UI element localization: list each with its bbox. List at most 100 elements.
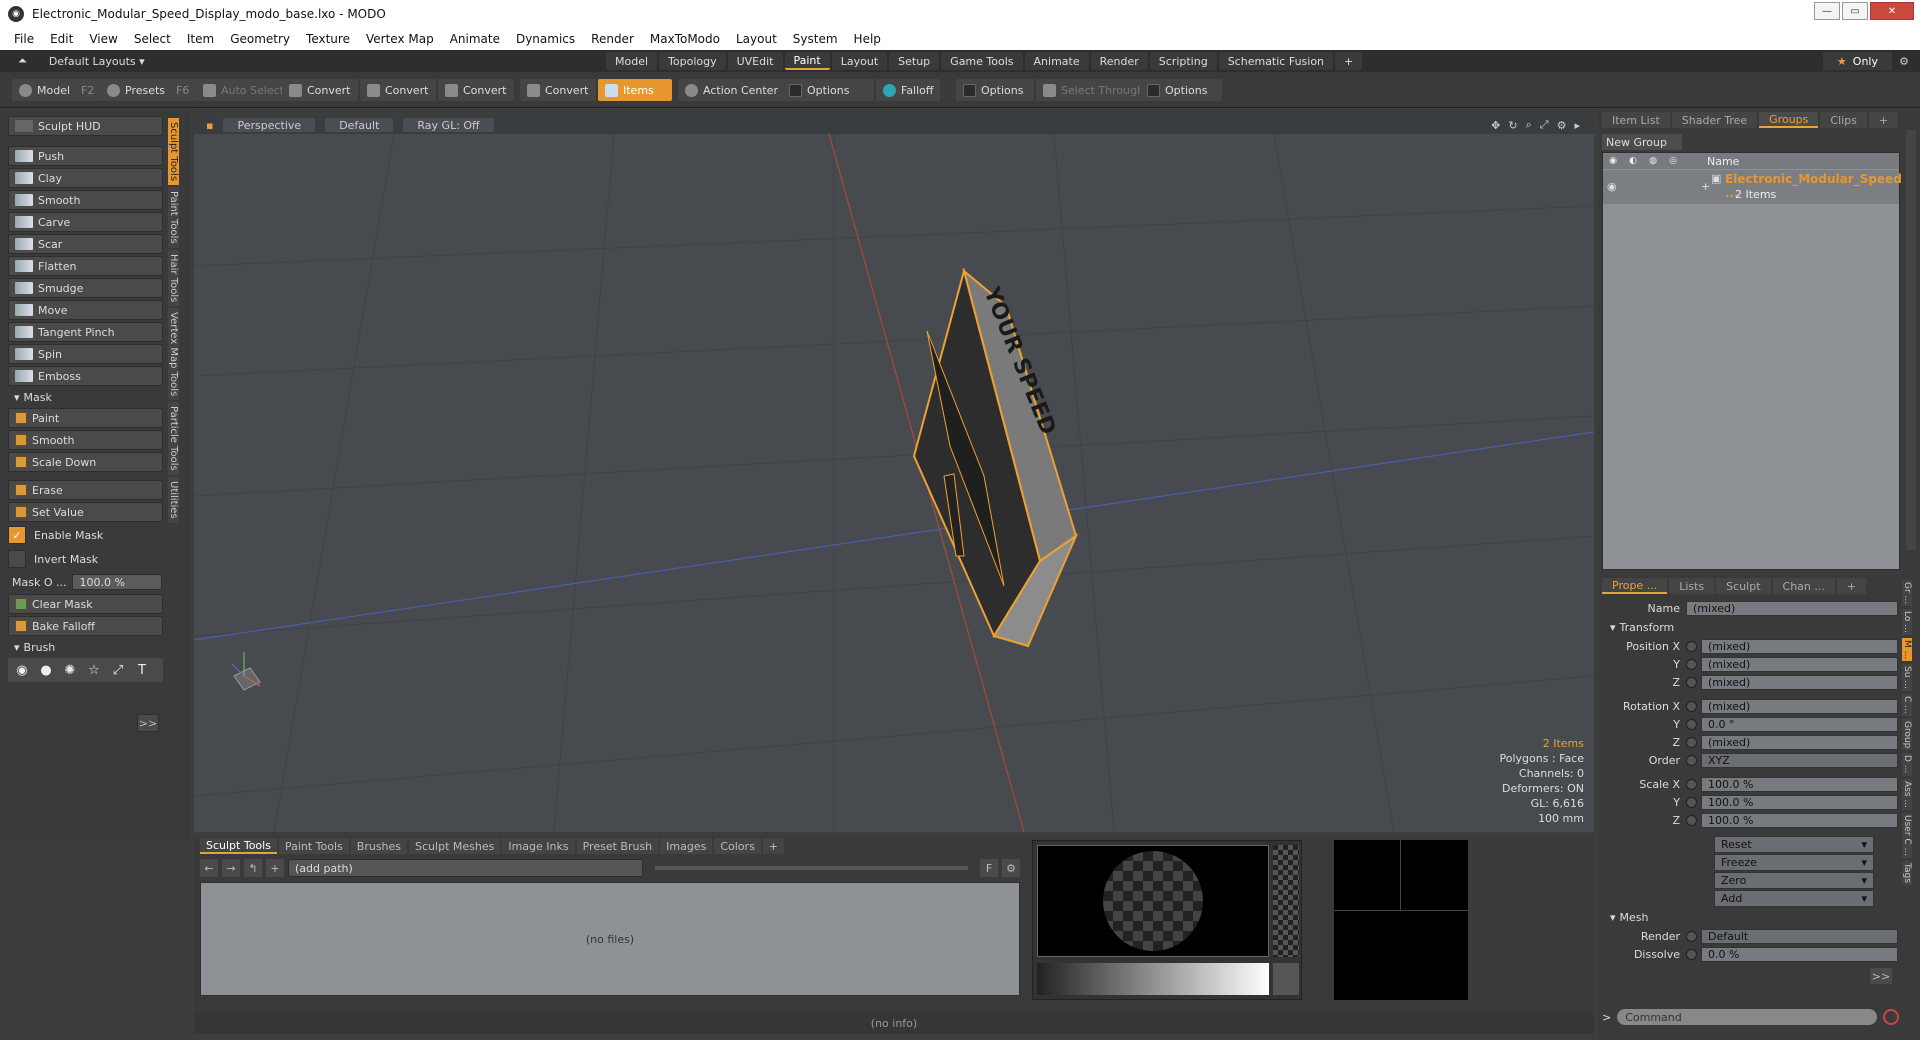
- settings-gear-icon[interactable]: ⚙: [1002, 859, 1020, 877]
- filter-button[interactable]: F: [980, 859, 998, 877]
- tab-image-inks[interactable]: Image Inks: [502, 838, 575, 854]
- tool-emboss[interactable]: Emboss: [8, 366, 163, 386]
- thumbnail-size-slider[interactable]: [655, 866, 968, 870]
- uv-preview[interactable]: [1334, 840, 1468, 1000]
- vtab-sculpt-tools[interactable]: Sculpt Tools: [168, 118, 179, 186]
- expand-icon[interactable]: +: [1701, 180, 1710, 193]
- add-dropdown[interactable]: Add ▾: [1714, 890, 1874, 907]
- scale-y-field[interactable]: 100.0 %: [1701, 795, 1898, 810]
- tab-paint-tools[interactable]: Paint Tools: [278, 838, 349, 854]
- forward-arrow-icon[interactable]: →: [222, 859, 240, 877]
- order-dropdown[interactable]: XYZ: [1701, 753, 1898, 768]
- record-icon[interactable]: [1883, 1009, 1900, 1025]
- mask-smooth-button[interactable]: Smooth: [8, 430, 163, 450]
- auto-select-button[interactable]: Auto Select: [196, 79, 291, 101]
- render-dropdown[interactable]: Default: [1701, 929, 1898, 944]
- menu-file[interactable]: File: [14, 32, 34, 46]
- mask-opacity-field[interactable]: 100.0 %: [72, 574, 163, 590]
- rotation-z-field[interactable]: (mixed): [1701, 735, 1898, 750]
- mesh-section[interactable]: ▾ Mesh: [1602, 909, 1898, 926]
- maximize-icon[interactable]: ⤢: [1540, 118, 1549, 132]
- falloff-button[interactable]: Falloff: [876, 79, 941, 101]
- reset-dropdown[interactable]: Reset ▾: [1714, 836, 1874, 853]
- back-arrow-icon[interactable]: ←: [200, 859, 218, 877]
- tool-flatten[interactable]: Flatten: [8, 256, 163, 276]
- tab-model[interactable]: Model: [606, 52, 658, 70]
- more-tools-button[interactable]: >>: [137, 714, 159, 732]
- scale-x-field[interactable]: 100.0 %: [1701, 777, 1898, 792]
- tab-brushes[interactable]: Brushes: [350, 838, 408, 854]
- add-tab-button[interactable]: +: [1335, 52, 1363, 70]
- menu-item[interactable]: Item: [187, 32, 214, 46]
- viewport-arrow-icon[interactable]: ▸: [1574, 119, 1580, 132]
- vtab-paint-tools[interactable]: Paint Tools: [168, 187, 179, 248]
- tool-smooth[interactable]: Smooth: [8, 190, 163, 210]
- new-group-button[interactable]: New Group: [1602, 134, 1682, 150]
- tab-schematic-fusion[interactable]: Schematic Fusion: [1218, 52, 1334, 70]
- tab-sculpt-meshes[interactable]: Sculpt Meshes: [409, 838, 501, 854]
- tab-render[interactable]: Render: [1090, 52, 1148, 70]
- vtab-ass[interactable]: Ass ...: [1902, 778, 1912, 810]
- keyframe-dot-icon[interactable]: [1686, 815, 1697, 826]
- render-icon[interactable]: ◐: [1623, 156, 1643, 166]
- tool-move[interactable]: Move: [8, 300, 163, 320]
- tab-sculpt[interactable]: Sculpt: [1716, 578, 1771, 594]
- menu-select[interactable]: Select: [134, 32, 171, 46]
- layouts-dropdown[interactable]: Default Layouts ▾: [49, 55, 145, 68]
- freeze-dropdown[interactable]: Freeze ▾: [1714, 854, 1874, 871]
- tool-smudge[interactable]: Smudge: [8, 278, 163, 298]
- dissolve-field[interactable]: 0.0 %: [1701, 947, 1898, 962]
- menu-dynamics[interactable]: Dynamics: [516, 32, 575, 46]
- convert-vertices-button[interactable]: Convert: [282, 79, 358, 101]
- vtab-su[interactable]: Su ...: [1902, 664, 1912, 692]
- bake-falloff-button[interactable]: Bake Falloff: [8, 616, 163, 636]
- select-options-button[interactable]: Options: [1140, 79, 1222, 101]
- keyframe-dot-icon[interactable]: [1686, 779, 1697, 790]
- tab-properties[interactable]: Prope ...: [1602, 578, 1668, 594]
- shading-button[interactable]: Default: [325, 118, 394, 132]
- speed-display-model[interactable]: YOUR SPEED: [912, 267, 1079, 648]
- more-properties-button[interactable]: >>: [1870, 968, 1892, 984]
- tab-animate[interactable]: Animate: [1024, 52, 1089, 70]
- menu-texture[interactable]: Texture: [306, 32, 350, 46]
- erase-button[interactable]: Erase: [8, 480, 163, 500]
- viewport-menu-icon[interactable]: ▪: [206, 119, 213, 132]
- only-button[interactable]: ★ Only: [1822, 52, 1892, 70]
- keyframe-dot-icon[interactable]: [1686, 659, 1697, 670]
- vtab-lo[interactable]: Lo ...: [1902, 609, 1912, 635]
- vtab-tags[interactable]: Tags: [1902, 860, 1912, 885]
- menu-edit[interactable]: Edit: [50, 32, 73, 46]
- menu-help[interactable]: Help: [854, 32, 881, 46]
- text-brush-icon[interactable]: T: [132, 660, 152, 680]
- tab-channels[interactable]: Chan ...: [1772, 578, 1835, 594]
- view-type-button[interactable]: Perspective: [223, 118, 316, 132]
- add-tab-button[interactable]: +: [1836, 578, 1867, 594]
- group-row[interactable]: ◉ + ▣ Electronic_Modular_Speed ... 2 Ite…: [1603, 170, 1902, 204]
- model-button[interactable]: Model F2: [12, 79, 102, 101]
- tab-setup[interactable]: Setup: [889, 52, 940, 70]
- tool-tangent-pinch[interactable]: Tangent Pinch: [8, 322, 163, 342]
- name-field[interactable]: (mixed): [1686, 601, 1898, 616]
- tool-spin[interactable]: Spin: [8, 344, 163, 364]
- items-button[interactable]: Items: [598, 79, 672, 101]
- tab-colors[interactable]: Colors: [714, 838, 761, 854]
- mask-paint-button[interactable]: Paint: [8, 408, 163, 428]
- keyframe-dot-icon[interactable]: [1686, 701, 1697, 712]
- zoom-icon[interactable]: ⌕: [1526, 118, 1532, 132]
- vtab-particle-tools[interactable]: Particle Tools: [168, 402, 179, 475]
- add-tab-button[interactable]: +: [1868, 112, 1899, 128]
- action-center-button[interactable]: Action Center: [678, 79, 785, 101]
- transform-section[interactable]: ▾ Transform: [1602, 619, 1898, 636]
- pan-icon[interactable]: ✥: [1491, 119, 1500, 132]
- convert-materials-button[interactable]: Convert: [520, 79, 596, 101]
- up-folder-icon[interactable]: ↰: [244, 859, 262, 877]
- position-y-field[interactable]: (mixed): [1701, 657, 1898, 672]
- menu-vertex-map[interactable]: Vertex Map: [366, 32, 434, 46]
- star-brush-icon[interactable]: ☆: [84, 660, 104, 680]
- keyframe-dot-icon[interactable]: [1686, 931, 1697, 942]
- rotation-y-field[interactable]: 0.0 °: [1701, 717, 1898, 732]
- menu-view[interactable]: View: [89, 32, 117, 46]
- gradient-ramp[interactable]: [1037, 963, 1269, 995]
- path-dropdown[interactable]: (add path): [288, 859, 643, 877]
- zero-dropdown[interactable]: Zero ▾: [1714, 872, 1874, 889]
